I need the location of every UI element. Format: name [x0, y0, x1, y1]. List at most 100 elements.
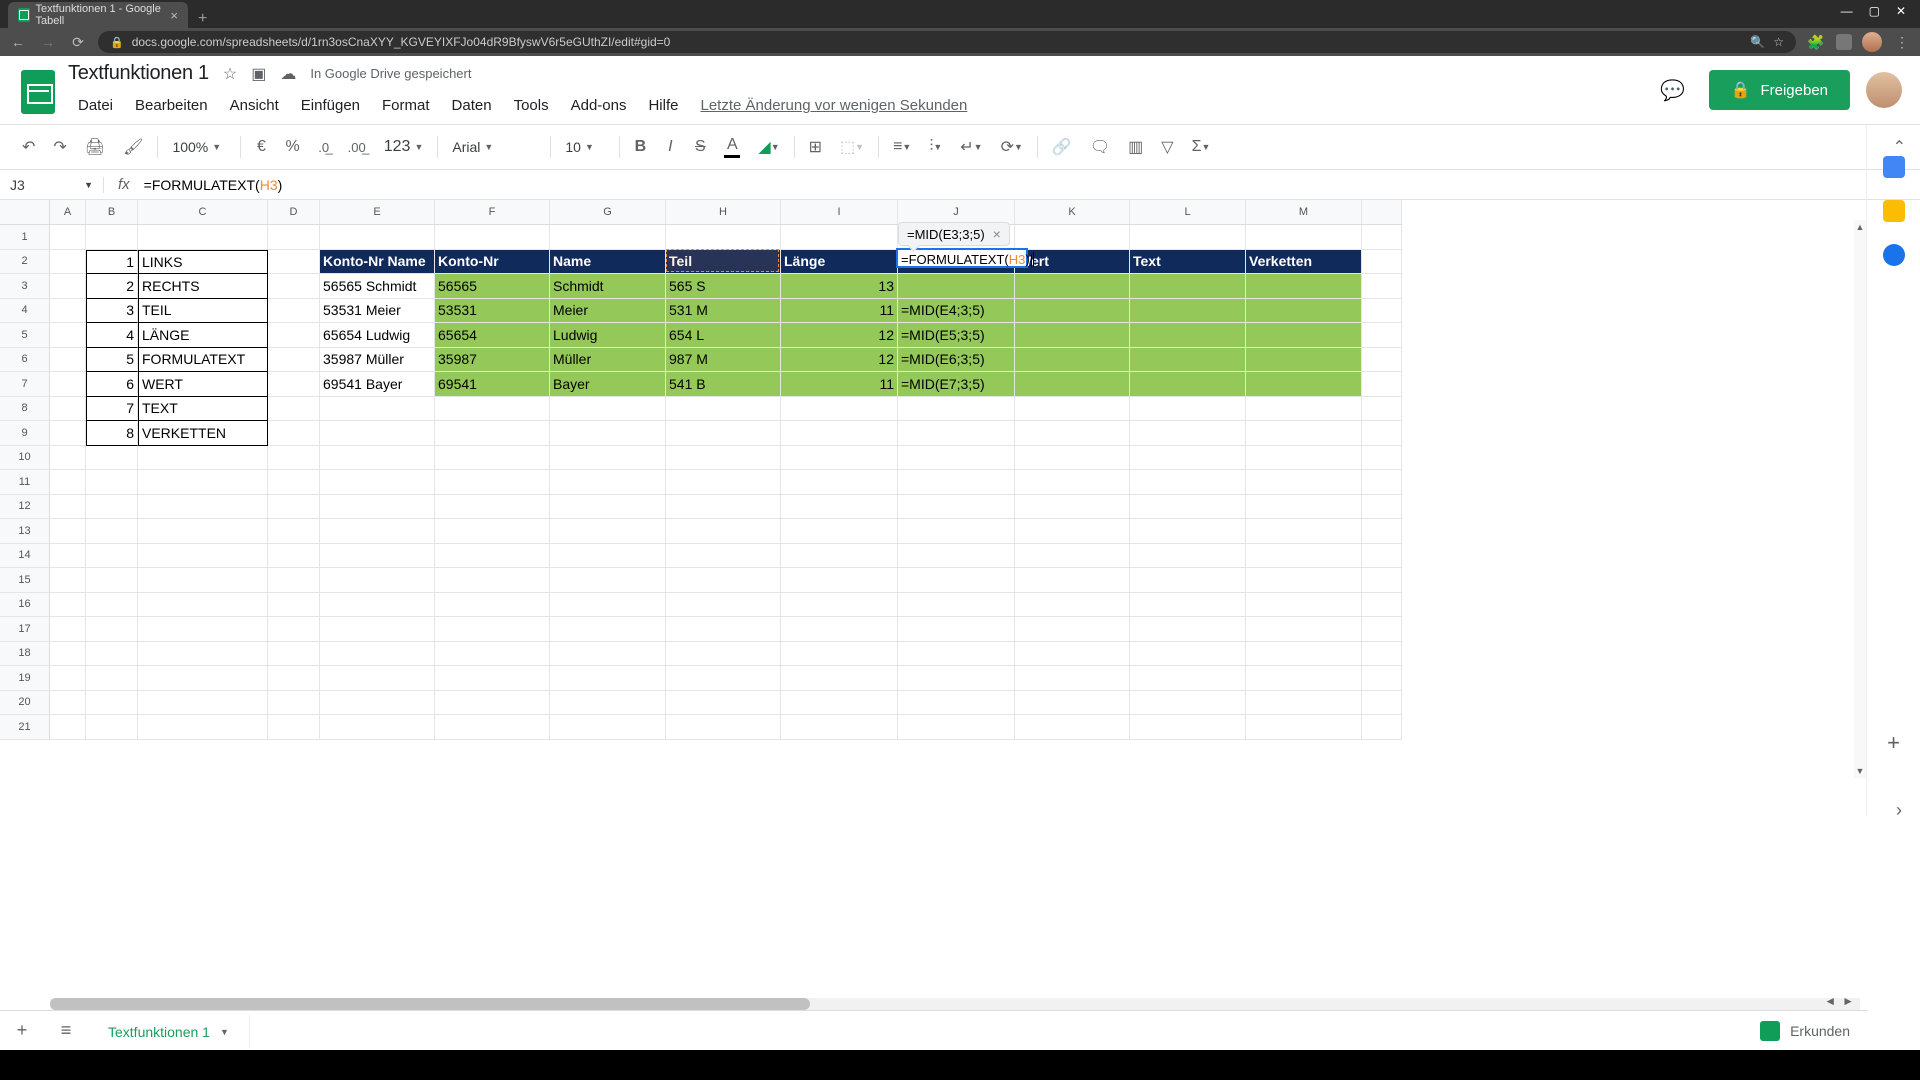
- column-header[interactable]: I: [781, 200, 898, 224]
- cell[interactable]: [550, 593, 666, 618]
- cell[interactable]: [435, 421, 550, 446]
- cell[interactable]: [435, 642, 550, 667]
- cell[interactable]: [781, 642, 898, 667]
- cell[interactable]: [1130, 274, 1246, 299]
- cell[interactable]: 35987 Müller: [320, 348, 435, 373]
- cell[interactable]: [1130, 470, 1246, 495]
- cell[interactable]: [138, 593, 268, 618]
- cell[interactable]: Länge: [781, 250, 898, 275]
- paint-format-button[interactable]: 🖌: [115, 131, 151, 163]
- cell[interactable]: [268, 470, 320, 495]
- cell[interactable]: [1130, 519, 1246, 544]
- cell[interactable]: [1246, 519, 1362, 544]
- cell[interactable]: [898, 666, 1015, 691]
- column-header[interactable]: H: [666, 200, 781, 224]
- cell[interactable]: [666, 397, 781, 422]
- cell[interactable]: [320, 691, 435, 716]
- cell[interactable]: 8: [86, 421, 138, 446]
- cell[interactable]: [1130, 397, 1246, 422]
- cell[interactable]: [320, 544, 435, 569]
- cell[interactable]: [1246, 544, 1362, 569]
- cell[interactable]: TEIL: [138, 299, 268, 324]
- cell[interactable]: [781, 617, 898, 642]
- cell[interactable]: WERT: [138, 372, 268, 397]
- cell-editor[interactable]: =FORMULATEXT(H3)|: [896, 248, 1028, 268]
- cell[interactable]: [268, 274, 320, 299]
- cell[interactable]: [1015, 470, 1130, 495]
- cell[interactable]: [1362, 495, 1402, 520]
- cell[interactable]: [1246, 274, 1362, 299]
- cell[interactable]: [550, 691, 666, 716]
- cloud-icon[interactable]: ☁: [280, 64, 296, 84]
- cell[interactable]: 4: [86, 323, 138, 348]
- cell[interactable]: [1362, 642, 1402, 667]
- cell[interactable]: [86, 715, 138, 740]
- cell[interactable]: [50, 225, 86, 250]
- cell[interactable]: [1015, 691, 1130, 716]
- cell[interactable]: =MID(E5;3;5): [898, 323, 1015, 348]
- cell[interactable]: [550, 225, 666, 250]
- cell[interactable]: [1362, 715, 1402, 740]
- h-align-button[interactable]: ≡▼: [885, 132, 919, 162]
- cell[interactable]: [268, 446, 320, 471]
- cell[interactable]: [138, 225, 268, 250]
- cell[interactable]: [50, 397, 86, 422]
- column-header[interactable]: G: [550, 200, 666, 224]
- cell[interactable]: [320, 666, 435, 691]
- row-header[interactable]: 2: [0, 250, 49, 275]
- cell[interactable]: [666, 495, 781, 520]
- cell[interactable]: [1246, 323, 1362, 348]
- cell[interactable]: [268, 642, 320, 667]
- cell[interactable]: [1015, 617, 1130, 642]
- cell[interactable]: [268, 519, 320, 544]
- cell[interactable]: [1246, 593, 1362, 618]
- cell[interactable]: [1246, 495, 1362, 520]
- cell[interactable]: [781, 666, 898, 691]
- cell[interactable]: [50, 299, 86, 324]
- comment-button[interactable]: 🗨: [1082, 131, 1118, 163]
- column-header[interactable]: M: [1246, 200, 1362, 224]
- cell[interactable]: 11: [781, 299, 898, 324]
- cell[interactable]: [781, 519, 898, 544]
- cell[interactable]: [268, 421, 320, 446]
- row-header[interactable]: 9: [0, 421, 49, 446]
- cell[interactable]: [781, 421, 898, 446]
- cell[interactable]: [666, 617, 781, 642]
- cell[interactable]: [50, 568, 86, 593]
- cell[interactable]: 654 L: [666, 323, 781, 348]
- row-header[interactable]: 7: [0, 372, 49, 397]
- cell[interactable]: [1130, 691, 1246, 716]
- last-edit-link[interactable]: Letzte Änderung vor wenigen Sekunden: [690, 91, 977, 120]
- cell[interactable]: [550, 397, 666, 422]
- cell[interactable]: [1362, 470, 1402, 495]
- cell[interactable]: [1362, 299, 1402, 324]
- column-header[interactable]: J: [898, 200, 1015, 224]
- cell[interactable]: [550, 715, 666, 740]
- cell[interactable]: [1015, 593, 1130, 618]
- cell[interactable]: [320, 495, 435, 520]
- cell[interactable]: [550, 495, 666, 520]
- cell[interactable]: [138, 617, 268, 642]
- zoom-indicator-icon[interactable]: 🔍: [1750, 35, 1765, 49]
- sheet-tab-menu-icon[interactable]: ▼: [220, 1027, 229, 1037]
- cell[interactable]: [50, 642, 86, 667]
- cell[interactable]: [898, 397, 1015, 422]
- menu-einfuegen[interactable]: Einfügen: [291, 91, 370, 120]
- bookmark-icon[interactable]: ☆: [1773, 35, 1784, 49]
- cell[interactable]: 53531 Meier: [320, 299, 435, 324]
- cell[interactable]: [1130, 299, 1246, 324]
- cell[interactable]: [86, 666, 138, 691]
- cell[interactable]: [666, 593, 781, 618]
- filter-button[interactable]: ▽: [1153, 131, 1181, 163]
- cell[interactable]: [898, 715, 1015, 740]
- cell[interactable]: [50, 470, 86, 495]
- currency-button[interactable]: €: [247, 132, 275, 162]
- row-header[interactable]: 6: [0, 348, 49, 373]
- sheets-logo[interactable]: [18, 66, 58, 118]
- column-header[interactable]: E: [320, 200, 435, 224]
- row-header[interactable]: 4: [0, 299, 49, 324]
- cell[interactable]: [666, 225, 781, 250]
- menu-hilfe[interactable]: Hilfe: [638, 91, 688, 120]
- cell[interactable]: [1362, 544, 1402, 569]
- cell[interactable]: [781, 397, 898, 422]
